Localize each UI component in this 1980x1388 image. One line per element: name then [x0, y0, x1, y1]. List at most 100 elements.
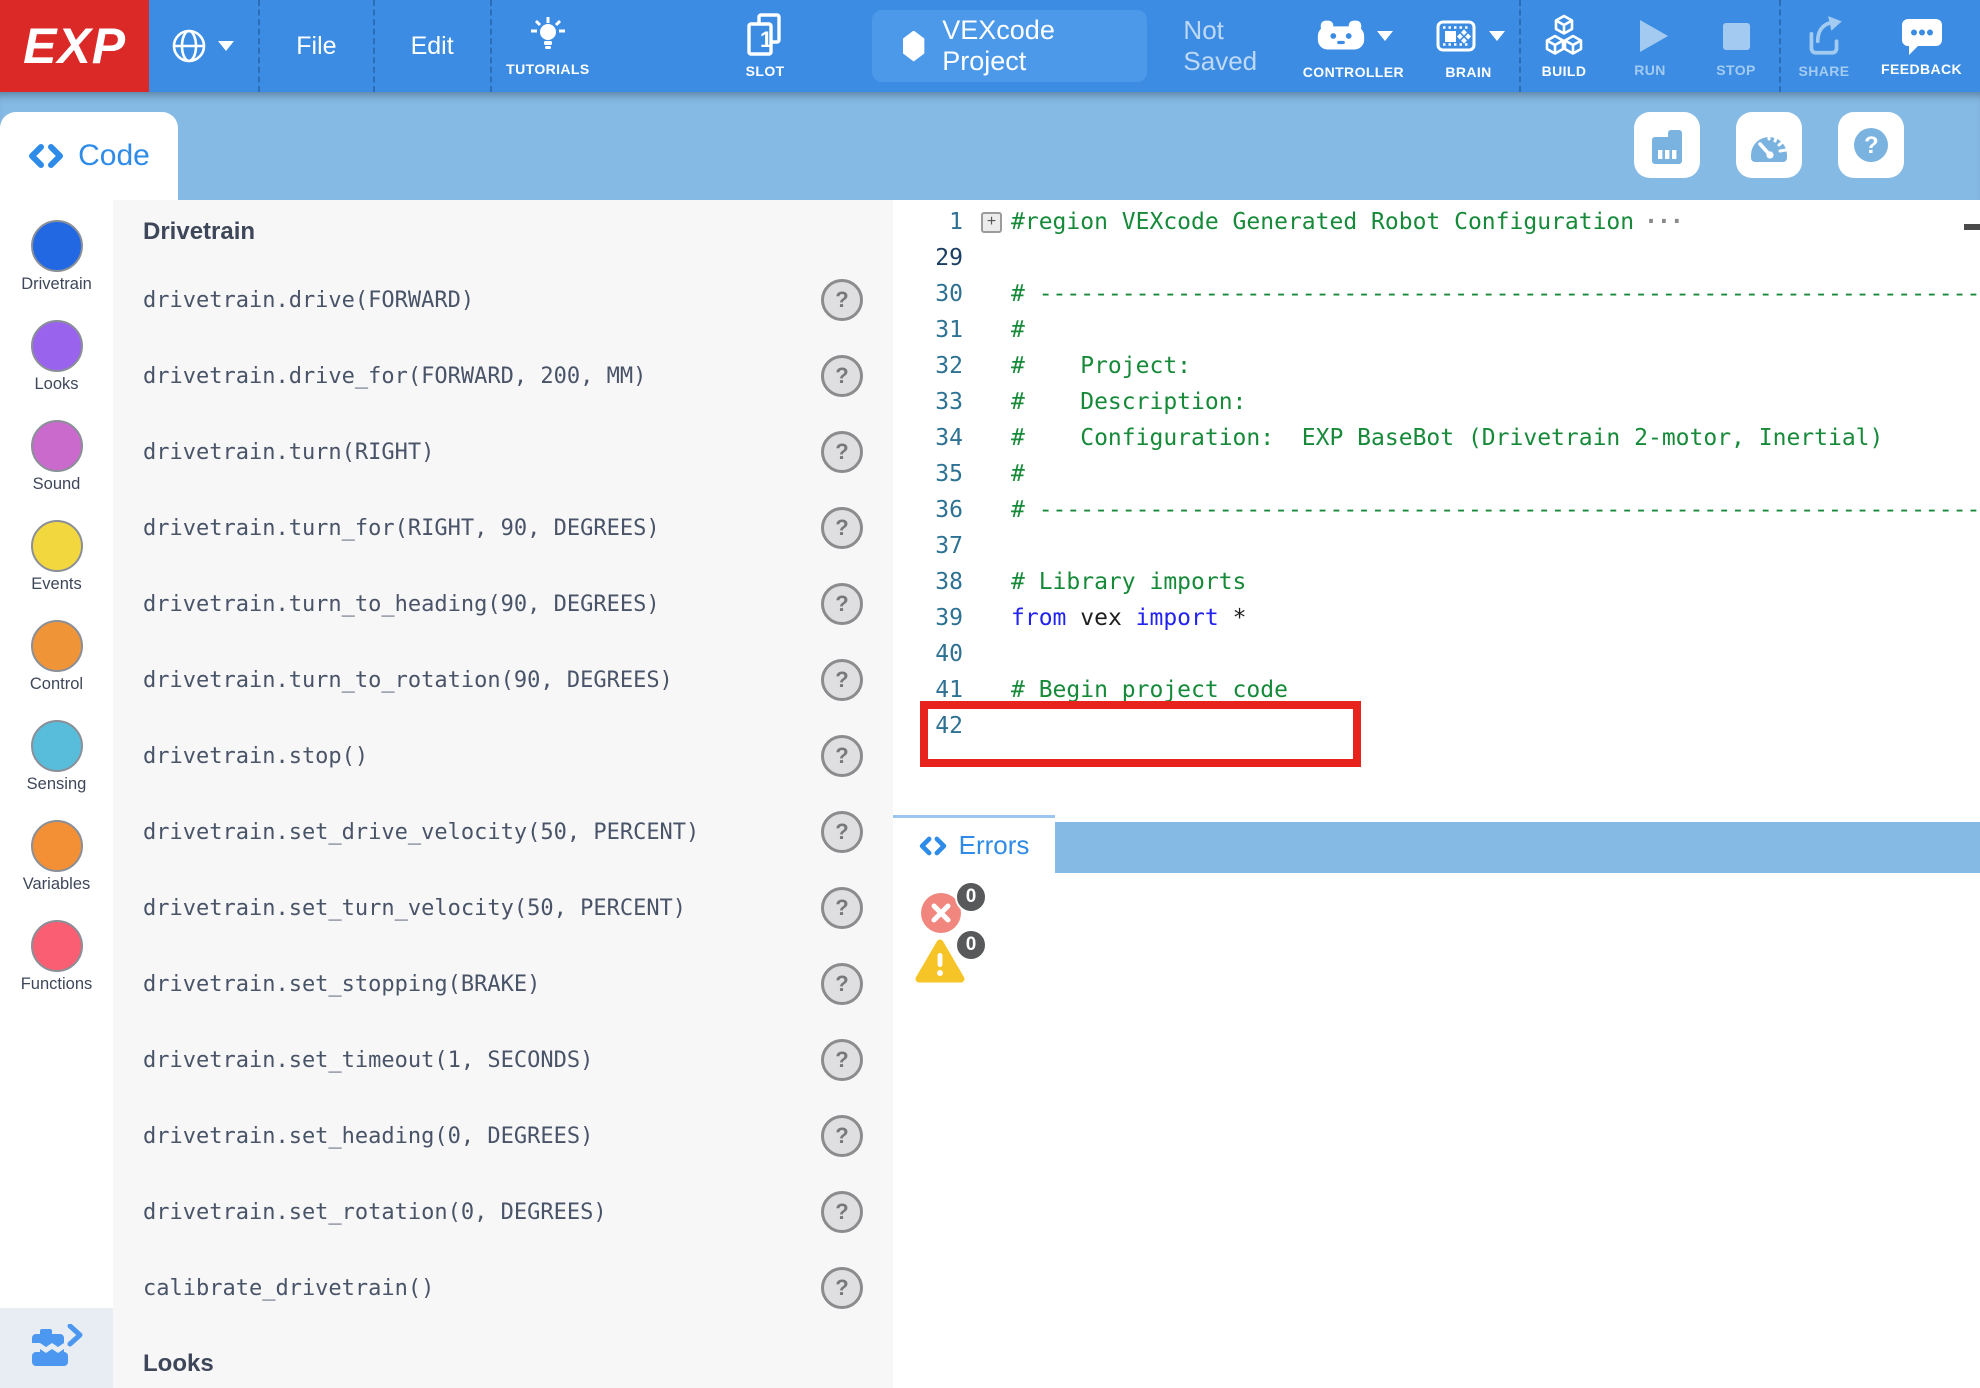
command-help-button[interactable]: ?: [821, 507, 863, 549]
variables-category-icon[interactable]: [31, 820, 83, 872]
code-text: #: [1011, 461, 1025, 487]
brain-button[interactable]: BRAIN: [1418, 12, 1519, 80]
sound-category-icon[interactable]: [31, 420, 83, 472]
blocks-converter-button[interactable]: [0, 1308, 113, 1388]
code-line[interactable]: 34# Configuration: EXP BaseBot (Drivetra…: [893, 420, 1980, 456]
code-line[interactable]: 37: [893, 528, 1980, 564]
errors-bar-fill: [1055, 822, 1980, 873]
code-segment-comment: # Configuration: EXP BaseBot (Drivetrain…: [1011, 425, 1883, 451]
control-category-icon[interactable]: [31, 620, 83, 672]
chevron-down-icon[interactable]: [1489, 31, 1505, 41]
command-snippet[interactable]: drivetrain.turn_to_heading(90, DEGREES): [143, 592, 660, 617]
command-help-button[interactable]: ?: [821, 583, 863, 625]
category-list: DrivetrainLooksSoundEventsControlSensing…: [0, 200, 113, 1020]
code-line[interactable]: 35#: [893, 456, 1980, 492]
code-text: #region VEXcode Generated Robot Configur…: [1011, 209, 1683, 235]
build-button[interactable]: BUILD: [1521, 13, 1607, 79]
language-menu[interactable]: [149, 26, 258, 66]
command-snippet[interactable]: drivetrain.turn_for(RIGHT, 90, DEGREES): [143, 516, 660, 541]
sidebar-category-variables[interactable]: Variables: [0, 820, 113, 920]
code-line[interactable]: 29: [893, 240, 1980, 276]
command-help-button[interactable]: ?: [821, 963, 863, 1005]
command-help-button[interactable]: ?: [821, 1191, 863, 1233]
line-number: 29: [893, 245, 981, 271]
share-button[interactable]: SHARE: [1781, 13, 1867, 79]
command-help-button[interactable]: ?: [821, 355, 863, 397]
command-snippet[interactable]: calibrate_drivetrain(): [143, 1276, 434, 1301]
tab-code[interactable]: Code: [0, 112, 178, 200]
code-line[interactable]: 40: [893, 636, 1980, 672]
command-help-button[interactable]: ?: [821, 659, 863, 701]
code-text: #: [1011, 317, 1025, 343]
code-line[interactable]: 39from vex import *: [893, 600, 1980, 636]
run-button[interactable]: RUN: [1607, 14, 1693, 78]
command-snippet[interactable]: drivetrain.drive(FORWARD): [143, 288, 474, 313]
command-snippet[interactable]: drivetrain.set_stopping(BRAKE): [143, 972, 540, 997]
code-line[interactable]: 31#: [893, 312, 1980, 348]
command-help-button[interactable]: ?: [821, 811, 863, 853]
command-snippet[interactable]: drivetrain.stop(): [143, 744, 368, 769]
code-line[interactable]: 36# ------------------------------------…: [893, 492, 1980, 528]
command-help-button[interactable]: ?: [821, 1267, 863, 1309]
edit-menu[interactable]: Edit: [375, 32, 490, 61]
command-help-button[interactable]: ?: [821, 279, 863, 321]
command-snippet[interactable]: drivetrain.set_rotation(0, DEGREES): [143, 1200, 607, 1225]
stop-button[interactable]: STOP: [1693, 14, 1779, 78]
project-name-button[interactable]: VEXcode Project: [872, 10, 1147, 82]
device-info-icon: [1647, 125, 1687, 165]
device-info-button[interactable]: [1634, 112, 1700, 178]
sidebar-category-sensing[interactable]: Sensing: [0, 720, 113, 820]
slot-label: SLOT: [746, 63, 785, 79]
scrollbar-mark[interactable]: [1964, 224, 1980, 230]
command-snippet[interactable]: drivetrain.turn_to_rotation(90, DEGREES): [143, 668, 673, 693]
sidebar-category-events[interactable]: Events: [0, 520, 113, 620]
code-line[interactable]: 38# Library imports: [893, 564, 1980, 600]
code-line[interactable]: 32# Project:: [893, 348, 1980, 384]
slot-button[interactable]: 1 SLOT: [722, 13, 808, 79]
tutorials-button[interactable]: TUTORIALS: [498, 15, 598, 77]
command-help-button[interactable]: ?: [821, 735, 863, 777]
looks-category-icon[interactable]: [31, 320, 83, 372]
code-editor[interactable]: 1+#region VEXcode Generated Robot Config…: [893, 200, 1980, 815]
command-snippet[interactable]: drivetrain.set_drive_velocity(50, PERCEN…: [143, 820, 699, 845]
sidebar-category-looks[interactable]: Looks: [0, 320, 113, 420]
dashboard-button[interactable]: [1736, 112, 1802, 178]
drivetrain-category-icon[interactable]: [31, 220, 83, 272]
feedback-button[interactable]: FEEDBACK: [1867, 15, 1976, 77]
brain-label: BRAIN: [1445, 64, 1491, 80]
command-row: drivetrain.turn(RIGHT)?: [143, 414, 867, 490]
file-menu[interactable]: File: [260, 32, 372, 61]
tab-errors[interactable]: Errors: [893, 815, 1055, 873]
code-line[interactable]: 30# ------------------------------------…: [893, 276, 1980, 312]
folded-region-ellipsis[interactable]: ···: [1644, 209, 1683, 235]
command-snippet[interactable]: drivetrain.drive_for(FORWARD, 200, MM): [143, 364, 646, 389]
tutorials-label: TUTORIALS: [506, 61, 589, 77]
controller-button[interactable]: CONTROLLER: [1289, 12, 1418, 80]
code-line[interactable]: 41# Begin project code: [893, 672, 1980, 708]
command-help-button[interactable]: ?: [821, 1115, 863, 1157]
chevron-down-icon[interactable]: [1377, 31, 1393, 41]
errors-tab-label: Errors: [959, 830, 1030, 861]
sidebar-category-control[interactable]: Control: [0, 620, 113, 720]
command-snippet[interactable]: drivetrain.set_timeout(1, SECONDS): [143, 1048, 593, 1073]
help-button[interactable]: ?: [1838, 112, 1904, 178]
command-help-button[interactable]: ?: [821, 887, 863, 929]
code-line-highlighted[interactable]: 42: [893, 708, 1980, 744]
events-category-icon[interactable]: [31, 520, 83, 572]
command-help-button[interactable]: ?: [821, 431, 863, 473]
sidebar-category-drivetrain[interactable]: Drivetrain: [0, 220, 113, 320]
fold-expand-icon[interactable]: +: [981, 212, 1002, 233]
command-row: drivetrain.stop()?: [143, 718, 867, 794]
command-snippet[interactable]: drivetrain.set_heading(0, DEGREES): [143, 1124, 593, 1149]
command-help-button[interactable]: ?: [821, 1039, 863, 1081]
sidebar-category-functions[interactable]: Functions: [0, 920, 113, 1020]
functions-category-icon[interactable]: [31, 920, 83, 972]
command-snippet[interactable]: drivetrain.set_turn_velocity(50, PERCENT…: [143, 896, 686, 921]
line-number: 30: [893, 281, 981, 307]
top-toolbar: EXP File Edit TUTORIALS: [0, 0, 1980, 92]
sensing-category-icon[interactable]: [31, 720, 83, 772]
sidebar-category-sound[interactable]: Sound: [0, 420, 113, 520]
code-line[interactable]: 33# Description:: [893, 384, 1980, 420]
command-snippet[interactable]: drivetrain.turn(RIGHT): [143, 440, 434, 465]
code-line[interactable]: 1+#region VEXcode Generated Robot Config…: [893, 204, 1980, 240]
